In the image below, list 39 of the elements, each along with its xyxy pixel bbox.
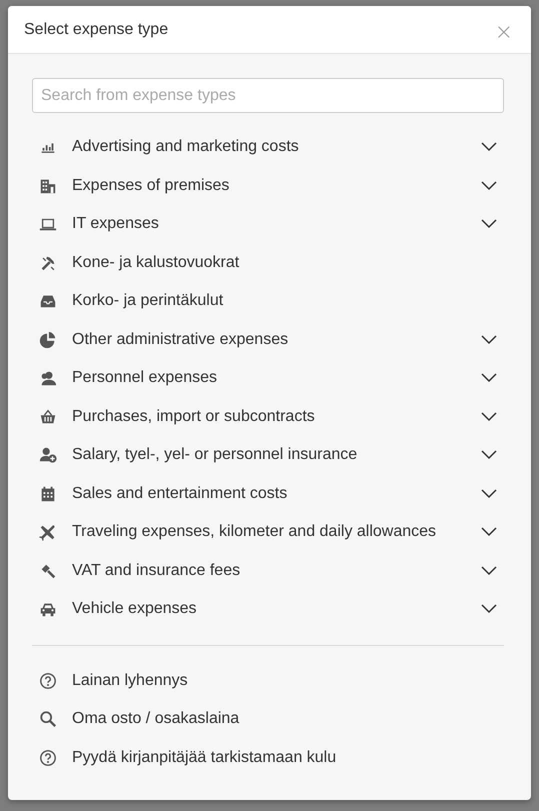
help-icon xyxy=(38,672,56,690)
search-icon xyxy=(38,710,56,728)
search-field[interactable]: Search from expense types xyxy=(32,78,504,113)
list-item[interactable]: Pyydä kirjanpitäjää tarkistamaan kulu xyxy=(32,738,504,777)
list-item[interactable]: Kone- ja kalustovuokrat xyxy=(32,244,504,282)
list-item[interactable]: IT expenses xyxy=(32,205,504,244)
basket-icon xyxy=(38,408,56,426)
help-icon xyxy=(38,748,56,767)
chevron-down-icon xyxy=(481,412,497,422)
list-item[interactable]: Advertising and marketing costs xyxy=(32,128,504,166)
chevron-down-icon xyxy=(481,142,497,152)
chevron-down-icon xyxy=(481,527,497,538)
list-item[interactable]: Traveling expenses, kilometer and daily allowances xyxy=(32,513,504,552)
chevron-down-icon xyxy=(481,219,497,230)
list-item[interactable]: Lainan lyhennys xyxy=(32,662,504,700)
person-add-icon xyxy=(38,446,56,464)
chevron-down-icon xyxy=(481,373,497,384)
dialog-title: Select expense type xyxy=(24,20,168,38)
chevron-down-icon xyxy=(481,180,497,191)
list-item[interactable]: Expenses of premises xyxy=(32,166,504,205)
list-item[interactable]: Salary, tyel-, yel- or personnel insurance xyxy=(32,436,504,474)
airplane-icon xyxy=(38,523,56,542)
chevron-down-icon xyxy=(481,604,497,614)
calendar-icon xyxy=(38,484,56,503)
chevron-down-icon xyxy=(481,450,497,460)
list-item[interactable]: Vehicle expenses xyxy=(32,590,504,628)
pie-chart-icon xyxy=(38,330,56,349)
list-item[interactable]: Purchases, import or subcontracts xyxy=(32,398,504,436)
list-item[interactable]: Oma osto / osakaslaina xyxy=(32,700,504,738)
list-item[interactable]: Other administrative expenses xyxy=(32,320,504,359)
building-icon xyxy=(38,176,56,195)
list-item[interactable]: Korko- ja perintäkulut xyxy=(32,282,504,320)
list-item[interactable]: VAT and insurance fees xyxy=(32,552,504,590)
chevron-down-icon xyxy=(481,566,497,576)
list-item[interactable]: Sales and entertainment costs xyxy=(32,474,504,513)
chevron-down-icon xyxy=(481,334,497,345)
list-item[interactable]: Personnel expenses xyxy=(32,359,504,398)
people-icon xyxy=(38,369,56,388)
chevron-down-icon xyxy=(481,488,497,499)
